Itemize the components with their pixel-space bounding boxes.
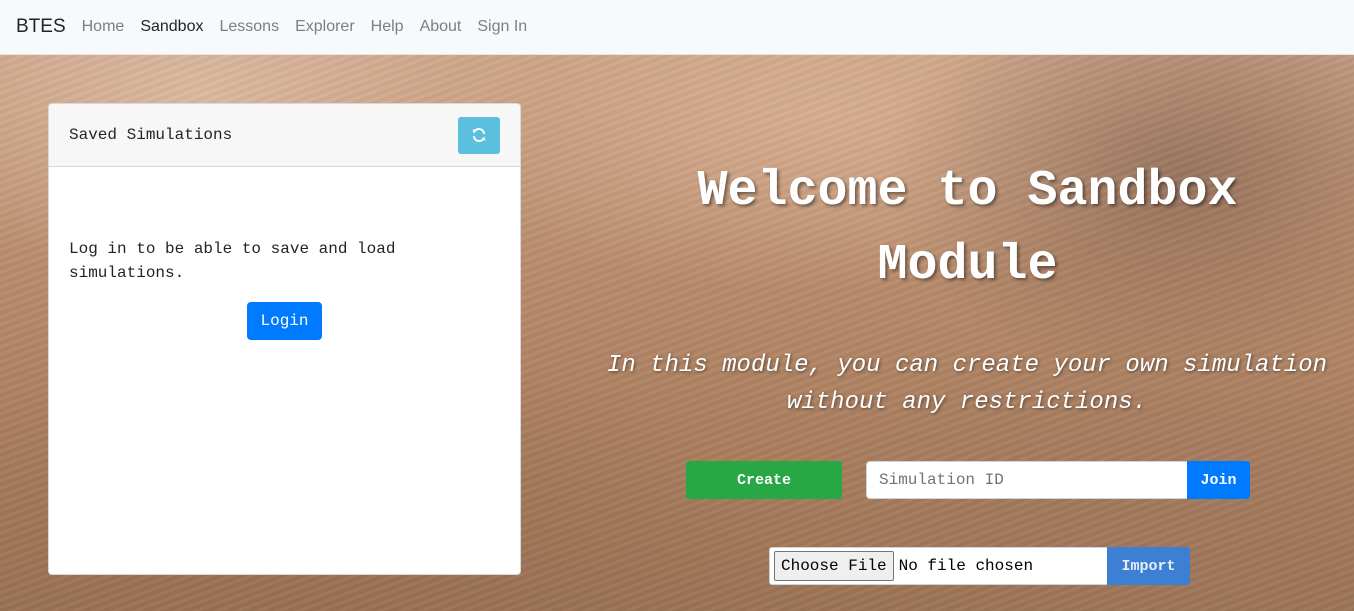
welcome-subtitle: In this module, you can create your own … — [606, 352, 1328, 416]
nav-home[interactable]: Home — [82, 18, 125, 36]
simulation-id-input[interactable] — [866, 461, 1187, 499]
import-button[interactable]: Import — [1107, 547, 1190, 585]
card-header: Saved Simulations — [49, 104, 520, 167]
brand-link[interactable]: BTES — [16, 16, 66, 38]
join-button[interactable]: Join — [1187, 461, 1250, 499]
create-button[interactable]: Create — [686, 461, 842, 499]
file-input[interactable]: Choose File No file chosen — [769, 547, 1107, 585]
nav-sandbox[interactable]: Sandbox — [140, 18, 203, 36]
refresh-button[interactable] — [458, 116, 500, 154]
nav-lessons[interactable]: Lessons — [219, 18, 279, 36]
card-body: Log in to be able to save and load simul… — [49, 167, 520, 340]
navbar: BTES Home Sandbox Lessons Explorer Help … — [0, 0, 1354, 55]
nav-about[interactable]: About — [420, 18, 462, 36]
join-group: Join — [866, 461, 1250, 499]
card-title: Saved Simulations — [69, 126, 233, 144]
saved-simulations-card: Saved Simulations Log in to be able to s… — [48, 103, 521, 575]
nav-sign-in[interactable]: Sign In — [477, 18, 527, 36]
login-message: Log in to be able to save and load simul… — [69, 240, 396, 282]
login-wrap: Login — [69, 302, 500, 340]
refresh-icon — [472, 128, 486, 142]
login-button[interactable]: Login — [247, 302, 322, 340]
choose-file-button[interactable]: Choose File — [774, 551, 894, 581]
file-status: No file chosen — [898, 557, 1034, 575]
import-group: Choose File No file chosen Import — [769, 547, 1190, 585]
nav-help[interactable]: Help — [371, 18, 404, 36]
welcome-title: Welcome to Sandbox Module — [697, 163, 1238, 294]
nav-explorer[interactable]: Explorer — [295, 18, 355, 36]
